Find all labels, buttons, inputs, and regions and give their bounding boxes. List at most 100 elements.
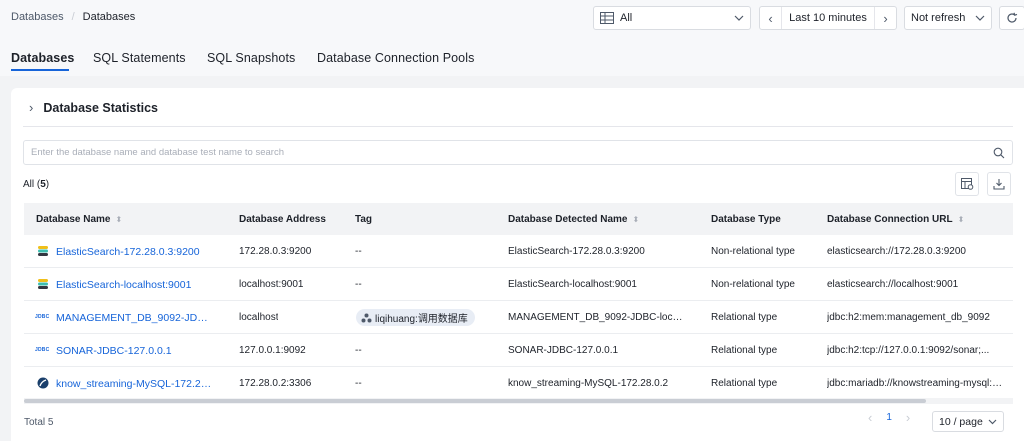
database-name-link[interactable]: ElasticSearch-localhost:9001 — [56, 279, 191, 291]
top-bar: Databases / Databases All ‹ Last 10 minu… — [0, 0, 1024, 36]
reload-button[interactable] — [999, 6, 1024, 30]
table-row: JDBC MANAGEMENT_DB_9092-JDBC-localhost l… — [24, 301, 1013, 334]
search-icon[interactable] — [993, 147, 1005, 159]
divider — [23, 126, 1013, 127]
stats-collapse-toggle[interactable]: › Database Statistics — [29, 100, 158, 115]
detected-name: ElasticSearch-localhost:9001 — [508, 279, 637, 290]
column-header-database-type: Database Type — [711, 214, 781, 225]
database-address: localhost:9001 — [239, 279, 304, 290]
table-header: Database Name ⬍ Database Address Tag Data… — [24, 203, 1013, 235]
page-number[interactable]: 1 — [886, 412, 892, 423]
column-settings-button[interactable] — [955, 172, 979, 196]
table-row: JDBC SONAR-JDBC-127.0.0.1 127.0.0.1:9092… — [24, 334, 1013, 367]
sort-icon[interactable]: ⬍ — [115, 215, 122, 224]
detected-name: ElasticSearch-172.28.0.3:9200 — [508, 246, 645, 257]
time-range-picker[interactable]: ‹ Last 10 minutes › — [759, 6, 897, 30]
table-settings-icon — [960, 178, 973, 190]
database-name-link[interactable]: ElasticSearch-172.28.0.3:9200 — [56, 246, 200, 258]
all-count: All (5) — [23, 179, 49, 190]
sort-icon[interactable]: ⬍ — [633, 215, 640, 224]
database-address: 172.28.0.2:3306 — [239, 378, 312, 389]
detected-name: MANAGEMENT_DB_9092-JDBC-localhost — [508, 312, 688, 323]
grid-list-icon — [600, 12, 614, 24]
database-address: 127.0.0.1:9092 — [239, 345, 306, 356]
download-button[interactable] — [987, 172, 1011, 196]
chevron-right-icon: › — [29, 100, 34, 115]
tag-badge[interactable]: liqihuang:调用数据库 — [356, 309, 475, 326]
environment-value: All — [620, 12, 633, 24]
chevron-left-icon[interactable]: ‹ — [760, 7, 782, 29]
search-input[interactable]: Enter the database name and database tes… — [23, 140, 1013, 165]
database-type: Relational type — [711, 378, 778, 389]
database-name-link[interactable]: MANAGEMENT_DB_9092-JDBC-localhost — [56, 312, 214, 324]
tab-database-connection-pools[interactable]: Database Connection Pools — [317, 51, 474, 65]
total-count: Total 5 — [24, 417, 54, 428]
chevron-down-icon — [988, 419, 997, 424]
all-label: All ( — [23, 179, 41, 190]
database-address: localhost — [239, 312, 279, 323]
refresh-select[interactable]: Not refresh — [904, 6, 992, 30]
chevron-right-icon[interactable]: › — [874, 7, 896, 29]
database-type: Relational type — [711, 312, 778, 323]
database-type: Non-relational type — [711, 279, 795, 290]
sort-icon[interactable]: ⬍ — [958, 215, 965, 224]
refresh-value: Not refresh — [911, 12, 966, 24]
connection-url: elasticsearch://172.28.0.3:9200 — [827, 246, 966, 257]
scrollbar-thumb[interactable] — [24, 399, 926, 403]
connection-url: jdbc:mariadb://knowstreaming-mysql:3306 — [827, 378, 1007, 389]
tag-value: -- — [355, 279, 362, 290]
chevron-down-icon — [734, 15, 744, 21]
stats-title: Database Statistics — [43, 100, 158, 115]
database-name-link[interactable]: SONAR-JDBC-127.0.0.1 — [56, 345, 172, 357]
tag-value: -- — [355, 345, 362, 356]
connection-url: jdbc:h2:tcp://127.0.0.1:9092/sonar;... — [827, 345, 990, 356]
detected-name: know_streaming-MySQL-172.28.0.2 — [508, 378, 669, 389]
breadcrumb-parent[interactable]: Databases — [11, 11, 64, 23]
search-placeholder: Enter the database name and database tes… — [31, 147, 284, 158]
breadcrumb: Databases / Databases — [11, 11, 135, 23]
breadcrumb-current: Databases — [82, 11, 136, 23]
detected-name: SONAR-JDBC-127.0.0.1 — [508, 345, 619, 356]
column-header-connection-url[interactable]: Database Connection URL ⬍ — [827, 214, 964, 225]
mysql-icon — [37, 377, 49, 389]
horizontal-scrollbar[interactable] — [24, 398, 1013, 404]
chevron-left-icon[interactable]: ‹ — [868, 410, 872, 425]
elasticsearch-icon — [38, 279, 48, 289]
reload-icon — [1007, 12, 1018, 23]
time-range-value[interactable]: Last 10 minutes — [782, 12, 874, 24]
database-address: 172.28.0.3:9200 — [239, 246, 312, 257]
tag-value: -- — [355, 378, 362, 389]
jdbc-icon: JDBC — [35, 347, 50, 353]
database-type: Non-relational type — [711, 246, 795, 257]
chevron-down-icon — [975, 15, 985, 21]
tab-databases[interactable]: Databases — [11, 51, 74, 65]
page-size-value: 10 / page — [939, 415, 983, 428]
connection-url: elasticsearch://localhost:9001 — [827, 279, 959, 290]
tag-icon — [361, 313, 372, 322]
page-size-select[interactable]: 10 / page — [932, 411, 1004, 432]
tab-sql-statements[interactable]: SQL Statements — [93, 51, 186, 65]
column-header-detected-name[interactable]: Database Detected Name ⬍ — [508, 214, 639, 225]
elasticsearch-icon — [38, 246, 48, 256]
active-tab-indicator — [11, 69, 69, 71]
tag-value: -- — [355, 246, 362, 257]
pagination: ‹ 1 › — [868, 410, 910, 425]
environment-select[interactable]: All — [593, 6, 751, 30]
database-type: Relational type — [711, 345, 778, 356]
table-row: know_streaming-MySQL-172.28.0.2:3306 172… — [24, 367, 1013, 398]
tab-sql-snapshots[interactable]: SQL Snapshots — [207, 51, 295, 65]
column-header-tag: Tag — [355, 214, 373, 225]
all-suffix: ) — [45, 179, 50, 190]
databases-table: Database Name ⬍ Database Address Tag Data… — [24, 203, 1013, 398]
table-row: ElasticSearch-localhost:9001 localhost:9… — [24, 268, 1013, 301]
tab-bar: Databases SQL Statements SQL Snapshots D… — [0, 36, 1024, 76]
breadcrumb-separator: / — [71, 11, 75, 23]
database-name-link[interactable]: know_streaming-MySQL-172.28.0.2:3306 — [56, 378, 214, 390]
column-header-database-name[interactable]: Database Name ⬍ — [36, 214, 122, 225]
download-icon — [993, 179, 1005, 190]
table-row: ElasticSearch-172.28.0.3:9200 172.28.0.3… — [24, 235, 1013, 268]
connection-url: jdbc:h2:mem:management_db_9092 — [827, 312, 990, 323]
tag-label: liqihuang:调用数据库 — [375, 314, 468, 325]
jdbc-icon: JDBC — [35, 314, 50, 320]
chevron-right-icon[interactable]: › — [906, 410, 910, 425]
